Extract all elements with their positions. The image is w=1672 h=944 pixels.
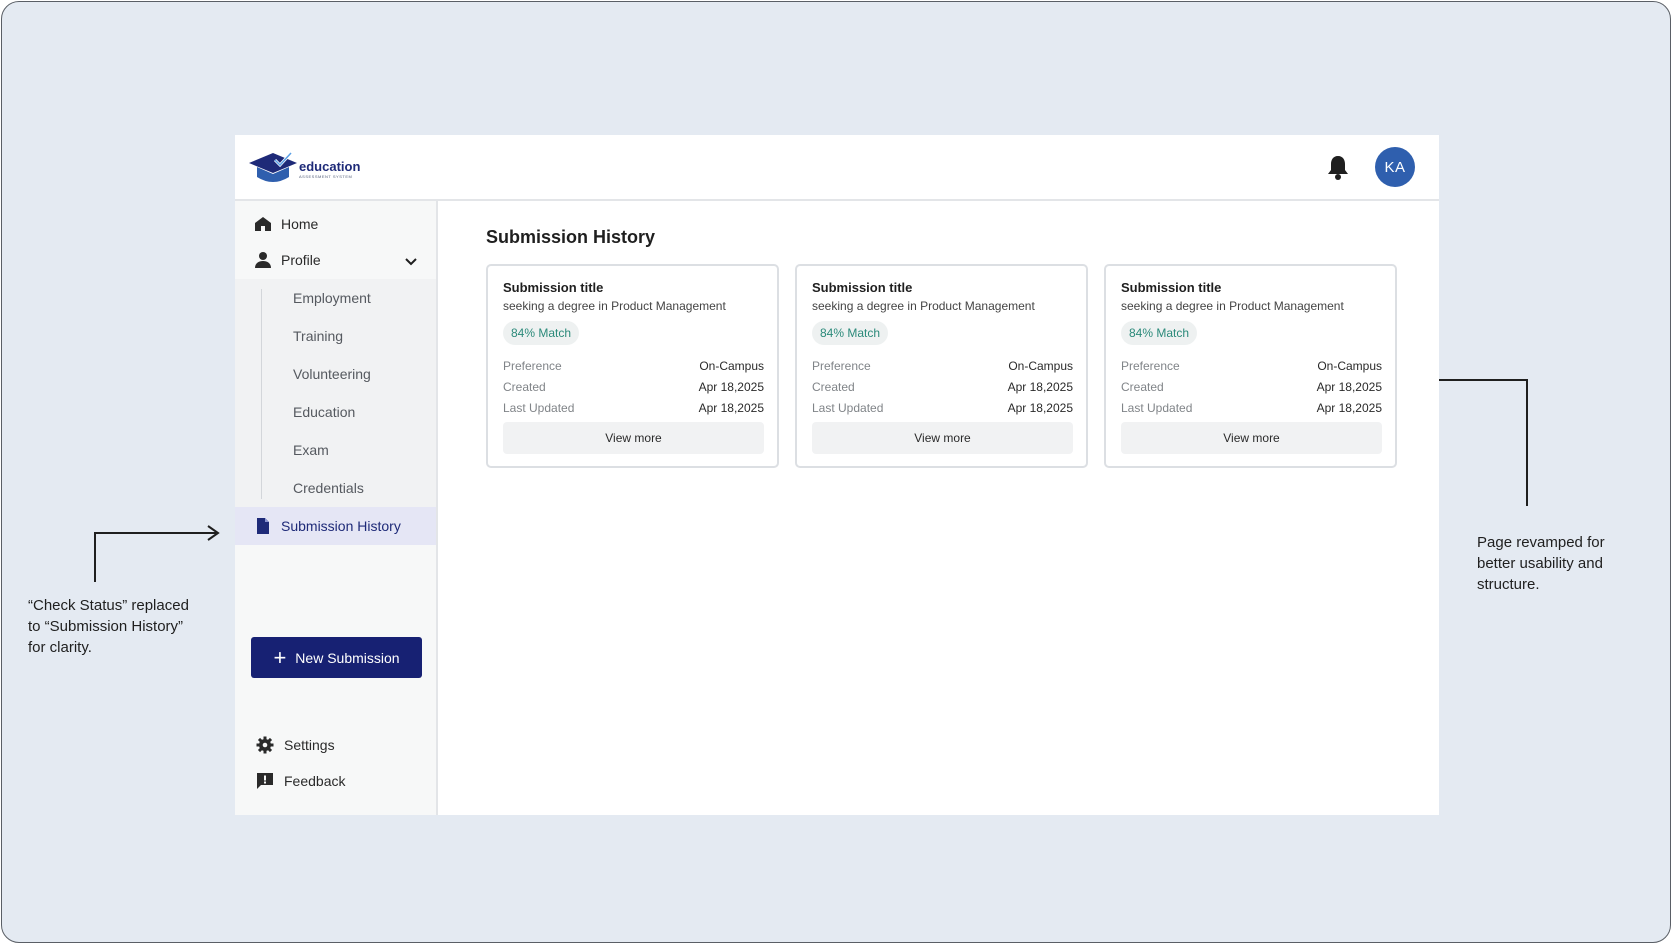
row-value: Apr 18,2025 [698,401,764,415]
document-icon [254,517,272,535]
submission-card: Submission title seeking a degree in Pro… [795,264,1088,468]
new-submission-button[interactable]: + New Submission [251,637,422,678]
row-value: On-Campus [1008,359,1073,373]
row-key: Created [503,380,546,394]
row-key: Preference [503,359,562,373]
annotation-right: Page revamped for better usability and s… [1477,532,1605,595]
sidebar-subitem-credentials[interactable]: Credentials [293,469,364,507]
row-key: Last Updated [1121,401,1193,415]
card-title: Submission title [812,280,913,295]
graduation-cap-icon [249,151,297,182]
main-content: Submission History Submission title seek… [438,201,1439,815]
submenu-guide-line [261,289,262,499]
row-value: Apr 18,2025 [1316,380,1382,394]
sidebar-subitem-volunteering[interactable]: Volunteering [293,355,371,393]
row-value: Apr 18,2025 [698,380,764,394]
row-value: Apr 18,2025 [1316,401,1382,415]
card-row-preference: Preference On-Campus [812,356,1073,376]
bell-icon[interactable] [1325,153,1351,181]
view-more-button[interactable]: View more [503,422,764,454]
sidebar-item-label: Profile [281,252,321,268]
view-more-button[interactable]: View more [812,422,1073,454]
card-subtitle: seeking a degree in Product Management [503,299,726,313]
sidebar-subitem-training[interactable]: Training [293,317,343,355]
row-key: Preference [812,359,871,373]
sidebar-item-submission-history[interactable]: Submission History [235,507,436,545]
row-key: Created [1121,380,1164,394]
card-subtitle: seeking a degree in Product Management [1121,299,1344,313]
annotation-left-arrow [94,525,220,582]
card-row-preference: Preference On-Campus [503,356,764,376]
home-icon [254,215,272,233]
top-bar: education ASSESSMENT SYSTEM KA [235,135,1439,201]
annotation-left-line: for clarity. [28,639,92,656]
logo-wordmark: education [299,159,361,174]
logo-subtitle: ASSESSMENT SYSTEM [299,174,353,179]
card-row-created: Created Apr 18,2025 [812,377,1073,397]
annotation-right-line: structure. [1477,576,1540,593]
row-key: Last Updated [812,401,884,415]
sidebar-item-label: Home [281,216,319,232]
app-window: education ASSESSMENT SYSTEM KA Home Prof… [235,135,1439,815]
row-key: Created [812,380,855,394]
match-badge: 84% Match [503,321,580,345]
avatar[interactable]: KA [1375,147,1415,187]
card-row-created: Created Apr 18,2025 [503,377,764,397]
match-badge: 84% Match [1121,321,1198,345]
annotation-left-line: “Check Status” replaced [28,597,189,614]
card-row-last-updated: Last Updated Apr 18,2025 [812,398,1073,418]
user-icon [254,251,272,269]
new-submission-label: New Submission [295,649,400,666]
row-value: On-Campus [1317,359,1382,373]
view-more-button[interactable]: View more [1121,422,1382,454]
card-title: Submission title [1121,280,1222,295]
chevron-down-icon[interactable] [404,257,418,267]
annotation-right-line: better usability and [1477,555,1603,572]
submission-card: Submission title seeking a degree in Pro… [486,264,779,468]
row-key: Preference [1121,359,1180,373]
row-key: Last Updated [503,401,575,415]
sidebar-item-feedback[interactable]: Feedback [235,763,436,799]
card-row-last-updated: Last Updated Apr 18,2025 [1121,398,1382,418]
row-value: On-Campus [699,359,764,373]
presentation-canvas: “Check Status” replaced to “Submission H… [1,1,1671,943]
sidebar-item-label: Submission History [281,518,401,534]
plus-icon: + [273,644,287,670]
card-row-preference: Preference On-Campus [1121,356,1382,376]
gear-icon [256,736,274,754]
sidebar-subitem-employment[interactable]: Employment [293,279,371,317]
sidebar-subitem-education[interactable]: Education [293,393,355,431]
match-badge: 84% Match [812,321,889,345]
sidebar: Home Profile Employment Training Volunte… [235,201,438,815]
sidebar-item-label: Settings [284,737,335,753]
annotation-left-line: to “Submission History” [28,618,184,635]
submission-card: Submission title seeking a degree in Pro… [1104,264,1397,468]
annotation-right-line: Page revamped for [1477,534,1605,551]
card-row-last-updated: Last Updated Apr 18,2025 [503,398,764,418]
page-title: Submission History [486,227,656,247]
row-value: Apr 18,2025 [1007,401,1073,415]
sidebar-subitem-exam[interactable]: Exam [293,431,329,469]
sidebar-item-home[interactable]: Home [235,205,436,243]
logo[interactable]: education ASSESSMENT SYSTEM [247,147,367,189]
annotation-left: “Check Status” replaced to “Submission H… [28,595,189,658]
card-row-created: Created Apr 18,2025 [1121,377,1382,397]
feedback-icon [256,772,274,790]
sidebar-item-label: Feedback [284,773,346,789]
sidebar-item-settings[interactable]: Settings [235,727,436,763]
card-subtitle: seeking a degree in Product Management [812,299,1035,313]
card-title: Submission title [503,280,604,295]
row-value: Apr 18,2025 [1007,380,1073,394]
